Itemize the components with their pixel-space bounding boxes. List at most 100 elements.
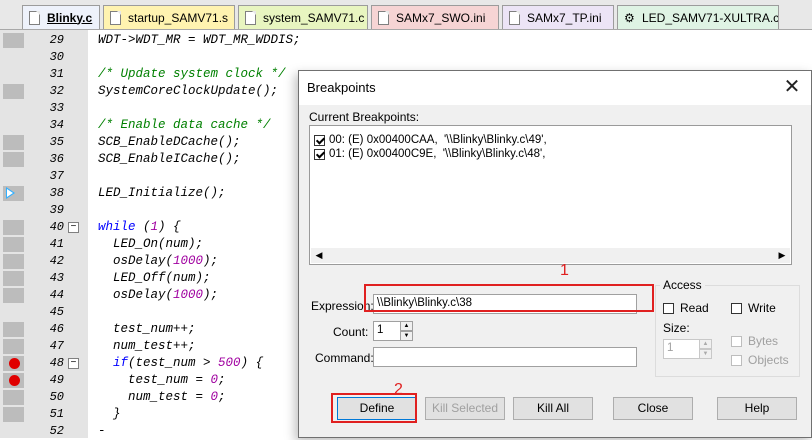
checkbox[interactable]	[731, 335, 742, 347]
objects-radio[interactable]: Objects	[731, 353, 789, 367]
code-text: osDelay(1000);	[98, 254, 219, 268]
line-number: 31	[49, 67, 64, 81]
tab-startup-samv71-s[interactable]: startup_SAMV71.s	[103, 5, 235, 29]
line-number: 34	[49, 118, 64, 132]
line-number: 42	[49, 254, 64, 268]
code-text: SystemCoreClockUpdate();	[98, 84, 279, 98]
dialog-title-bar: Breakpoints ✕	[299, 71, 811, 105]
line-number: 41	[49, 237, 64, 251]
tab-label: SAMx7_TP.ini	[527, 10, 602, 25]
line-number: 29	[49, 33, 64, 47]
line-number: 49	[49, 373, 64, 387]
tab-label: startup_SAMV71.s	[128, 10, 229, 25]
c-file-icon	[29, 10, 40, 25]
spin-up-icon[interactable]: ▲	[400, 321, 413, 331]
count-input[interactable]: 1	[373, 321, 401, 341]
fold-toggle-icon[interactable]: −	[68, 222, 79, 233]
close-button[interactable]: Close	[613, 397, 693, 420]
code-text: while (1) {	[98, 220, 181, 234]
kill-all-button[interactable]: Kill All	[513, 397, 593, 420]
kill-selected-button[interactable]: Kill Selected	[425, 397, 505, 420]
tab-blinky-c[interactable]: Blinky.c	[22, 5, 100, 29]
checkbox[interactable]	[731, 354, 742, 366]
code-text: test_num = 0;	[98, 373, 226, 387]
close-icon[interactable]: ✕	[781, 76, 803, 98]
count-spinner[interactable]: ▲ ▼	[400, 321, 413, 341]
command-label: Command:	[315, 351, 374, 365]
editor-tab-bar: Blinky.c startup_SAMV71.s system_SAMV71.…	[0, 0, 812, 30]
tab-system-samv71-c[interactable]: system_SAMV71.c	[238, 5, 368, 29]
tab-label: Blinky.c	[47, 10, 93, 25]
code-text: /* Update system clock */	[98, 67, 286, 81]
breakpoints-list[interactable]: 00: (E) 0x00400CAA, '\\Blinky\Blinky.c\4…	[309, 125, 792, 265]
breakpoint-item-0[interactable]: 00: (E) 0x00400CAA, '\\Blinky\Blinky.c\4…	[314, 133, 547, 147]
line-number: 44	[49, 288, 64, 302]
size-spinner[interactable]: ▲ ▼	[699, 339, 712, 359]
code-text: num_test++;	[98, 339, 196, 353]
code-text: LED_Initialize();	[98, 186, 226, 200]
tab-label: system_SAMV71.c	[263, 10, 365, 25]
tab-led-samv71-xultra-c[interactable]: ⚙ LED_SAMV71-XULTRA.c	[617, 5, 779, 29]
scroll-right-icon[interactable]: ▶	[774, 248, 790, 263]
code-text: LED_On(num);	[98, 237, 204, 251]
code-text: WDT->WDT_MR = WDT_MR_WDDIS;	[98, 33, 301, 47]
spin-up-icon[interactable]: ▲	[699, 339, 712, 349]
code-text: num_test = 0;	[98, 390, 226, 404]
tab-samx7-swo-ini[interactable]: SAMx7_SWO.ini	[371, 5, 499, 29]
line-number: 37	[49, 169, 64, 183]
current-breakpoints-label: Current Breakpoints:	[309, 110, 420, 124]
breakpoint-marker-icon[interactable]	[9, 375, 20, 386]
write-checkbox[interactable]: Write	[731, 301, 776, 315]
current-line-arrow-icon	[6, 187, 15, 199]
help-button[interactable]: Help	[717, 397, 797, 420]
line-number: 35	[49, 135, 64, 149]
tab-samx7-tp-ini[interactable]: SAMx7_TP.ini	[502, 5, 614, 29]
read-label: Read	[680, 301, 709, 315]
ini-file-icon	[378, 10, 389, 25]
breakpoint-checkbox[interactable]	[314, 134, 325, 146]
line-number: 30	[49, 50, 64, 64]
line-number: 38	[49, 186, 64, 200]
size-input[interactable]: 1	[663, 339, 700, 359]
line-number: 46	[49, 322, 64, 336]
read-checkbox[interactable]: Read	[663, 301, 709, 315]
line-number: 48	[49, 356, 64, 370]
code-text: -	[98, 424, 106, 438]
checkbox[interactable]	[663, 302, 674, 314]
spin-down-icon[interactable]: ▼	[400, 331, 413, 341]
line-number: 33	[49, 101, 64, 115]
objects-label: Objects	[748, 353, 789, 367]
code-text: osDelay(1000);	[98, 288, 219, 302]
size-label: Size:	[663, 321, 690, 335]
line-number: 36	[49, 152, 64, 166]
breakpoint-checkbox[interactable]	[314, 148, 325, 160]
scroll-left-icon[interactable]: ◀	[311, 248, 327, 263]
breakpoint-marker-icon[interactable]	[9, 358, 20, 369]
code-text: }	[98, 407, 121, 421]
code-text: /* Enable data cache */	[98, 118, 271, 132]
line-number: 43	[49, 271, 64, 285]
line-number: 50	[49, 390, 64, 404]
code-line[interactable]: 30	[0, 49, 812, 66]
code-line[interactable]: 29 WDT->WDT_MR = WDT_MR_WDDIS;	[0, 32, 812, 49]
annotation-number-1: 1	[560, 262, 569, 279]
fold-toggle-icon[interactable]: −	[68, 358, 79, 369]
checkbox[interactable]	[731, 302, 742, 314]
access-group-title: Access	[660, 278, 705, 292]
spin-down-icon[interactable]: ▼	[699, 349, 712, 359]
bytes-radio[interactable]: Bytes	[731, 334, 778, 348]
code-text: if(test_num > 500) {	[113, 356, 264, 370]
line-number: 39	[49, 203, 64, 217]
config-file-icon: ⚙	[624, 10, 635, 25]
line-number: 45	[49, 305, 64, 319]
breakpoint-text: 00: (E) 0x00400CAA, '\\Blinky\Blinky.c\4…	[329, 134, 547, 146]
tab-label: LED_SAMV71-XULTRA.c	[642, 10, 779, 25]
breakpoint-text: 01: (E) 0x00400C9E, '\\Blinky\Blinky.c\4…	[329, 148, 546, 160]
breakpoint-item-1[interactable]: 01: (E) 0x00400C9E, '\\Blinky\Blinky.c\4…	[314, 147, 545, 161]
command-input[interactable]	[373, 347, 637, 367]
write-label: Write	[748, 301, 776, 315]
code-text: SCB_EnableDCache();	[98, 135, 241, 149]
code-text: SCB_EnableICache();	[98, 152, 241, 166]
tab-label: SAMx7_SWO.ini	[396, 10, 486, 25]
horizontal-scrollbar[interactable]: ◀ ▶	[311, 248, 790, 263]
